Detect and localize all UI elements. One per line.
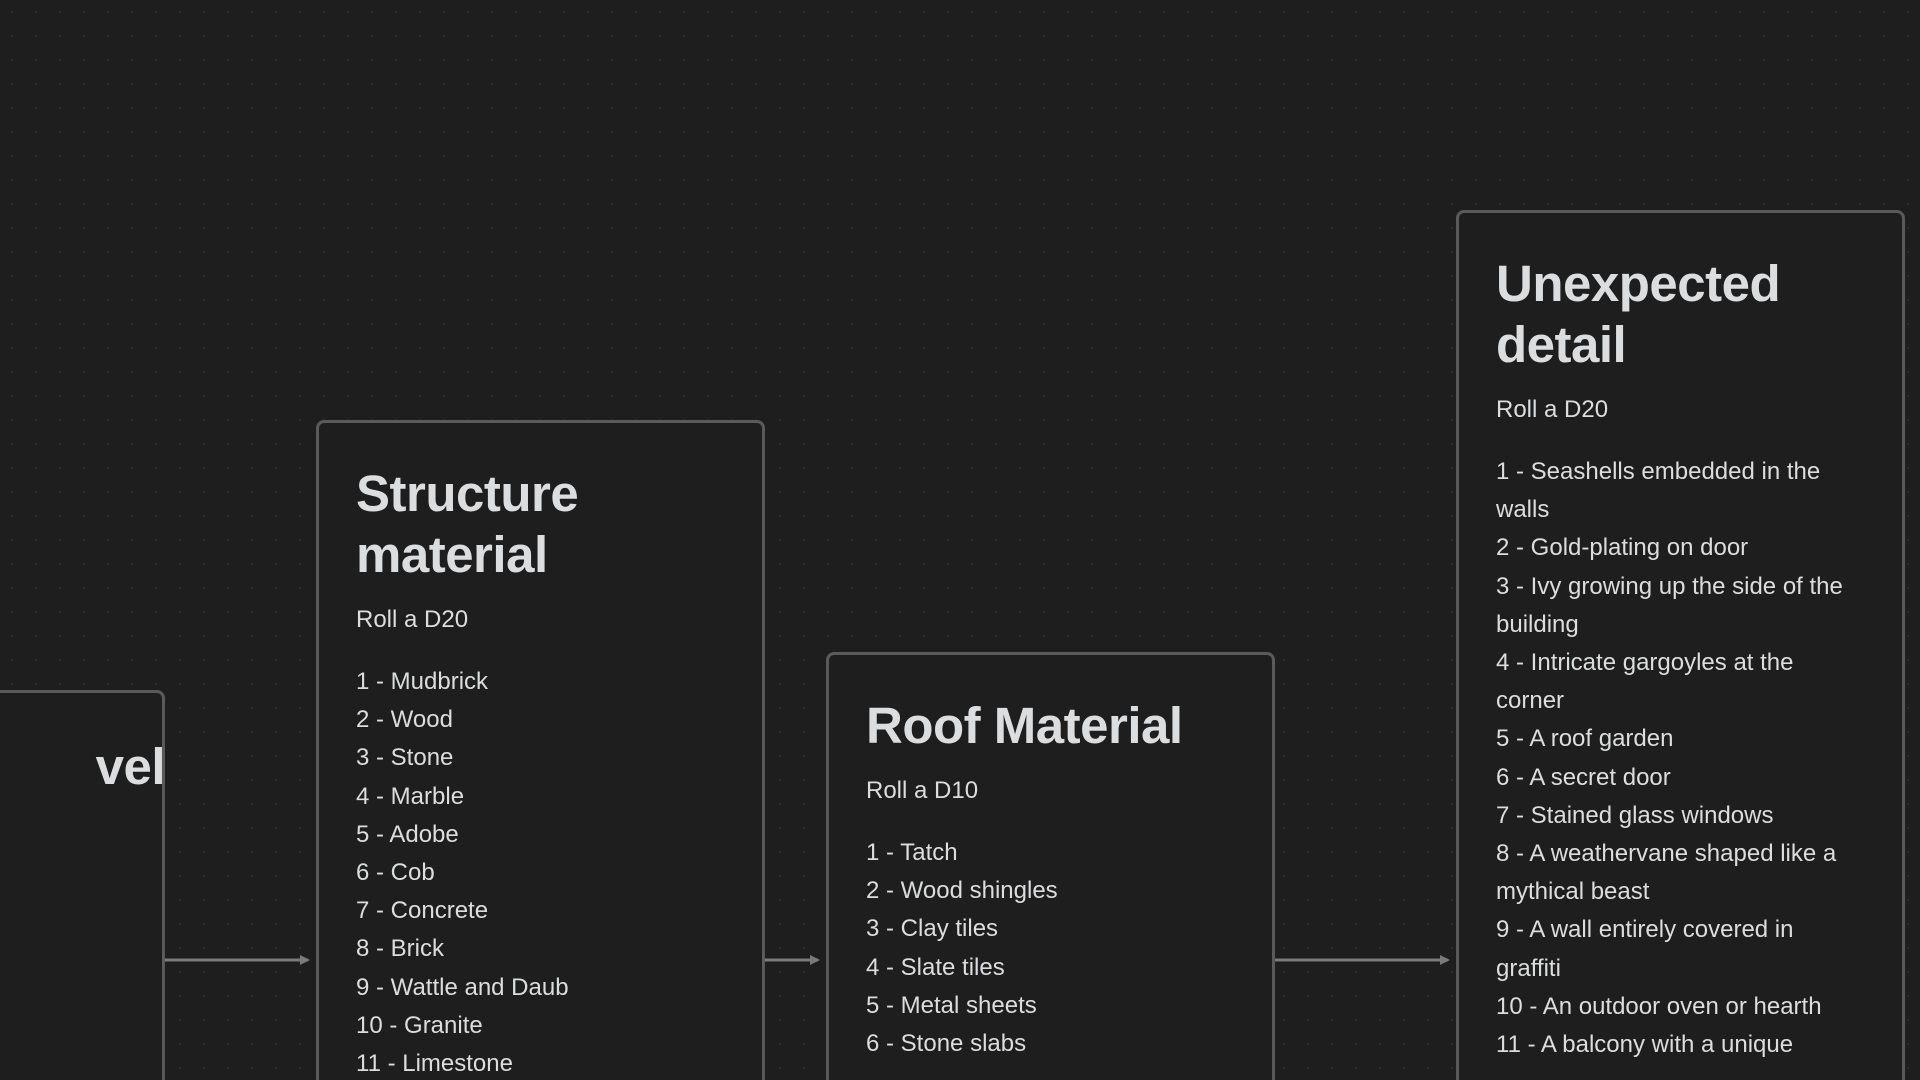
list-item: 7 - Concrete	[356, 897, 489, 925]
list-item: 1 - Tatch	[866, 839, 958, 866]
card-title: Roof Material	[866, 697, 1183, 754]
list-item: 1 - Seashells embedded in the walls	[1496, 458, 1821, 524]
list-item: 4 - Intricate gargoyles at the corner	[1496, 649, 1794, 715]
card-title: Structure material	[356, 465, 579, 583]
list-item: 10 - Granite	[356, 1011, 483, 1039]
list-item: 6 - Cob	[356, 859, 435, 887]
roll-instruction: Roll a D20	[1496, 396, 1609, 423]
list-item: 2 - Gold-plating on door	[1496, 534, 1749, 562]
list-item: 6 - A secret door	[1496, 763, 1671, 791]
card-level[interactable]: vel	[0, 690, 165, 1080]
roll-instruction: Roll a D20	[356, 606, 469, 633]
roll-instruction: Roll a D10	[866, 777, 979, 804]
list-item: 5 - Metal sheets	[866, 991, 1037, 1019]
list-item: 3 - Ivy growing up the side of the build…	[1496, 572, 1843, 638]
list-item: 9 - A wall entirely covered in graffiti	[1496, 916, 1794, 982]
roll-table: 1 - Mudbrick 2 - Wood 3 - Stone 4 - Marb…	[356, 663, 725, 1080]
list-item: 8 - A weathervane shaped like a mythical…	[1496, 840, 1837, 906]
list-item: 10 - An outdoor oven or hearth	[1496, 992, 1822, 1020]
list-item: 3 - Stone	[356, 744, 454, 772]
card-structure-material[interactable]: Structure material Roll a D20 1 - Mudbri…	[316, 420, 765, 1080]
list-item: 5 - Adobe	[356, 820, 459, 848]
list-item: 8 - Brick	[356, 935, 445, 963]
list-item: 11 - A balcony with a unique	[1496, 1031, 1794, 1059]
card-unexpected-detail[interactable]: Unexpected detail Roll a D20 1 - Seashel…	[1456, 210, 1905, 1080]
roll-table: 1 - Tatch 2 - Wood shingles 3 - Clay til…	[866, 834, 1235, 1063]
card-title: Unexpected detail	[1496, 255, 1781, 373]
list-item: 2 - Wood shingles	[866, 877, 1058, 905]
list-item: 4 - Marble	[356, 782, 465, 810]
list-item: 2 - Wood	[356, 706, 453, 734]
list-item: 9 - Wattle and Daub	[356, 973, 569, 1001]
card-roof-material[interactable]: Roof Material Roll a D10 1 - Tatch 2 - W…	[826, 652, 1275, 1080]
card-title: vel	[95, 738, 165, 795]
list-item: 1 - Mudbrick	[356, 668, 489, 695]
list-item: 5 - A roof garden	[1496, 725, 1674, 753]
roll-table: 1 - Seashells embedded in the walls 2 - …	[1496, 453, 1865, 1064]
list-item: 3 - Clay tiles	[866, 915, 999, 943]
list-item: 7 - Stained glass windows	[1496, 801, 1774, 829]
list-item: 11 - Limestone	[356, 1050, 513, 1078]
list-item: 6 - Stone slabs	[866, 1030, 1027, 1058]
list-item: 4 - Slate tiles	[866, 953, 1005, 981]
